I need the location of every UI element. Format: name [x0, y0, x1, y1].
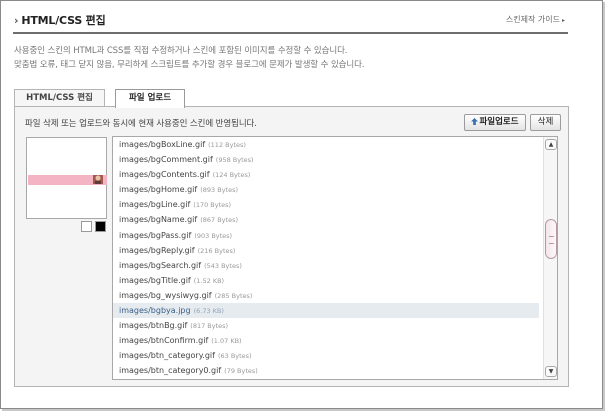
file-upload-panel: 파일 삭제 또는 업로드와 동시에 현재 사용중인 스킨에 반영됩니다. 파일업… — [14, 106, 569, 387]
file-name: images/bgName.gif — [119, 215, 198, 225]
page-title: › HTML/CSS 편집 — [14, 12, 106, 28]
skin-guide-link[interactable]: 스킨제작 가이드 ▸ — [506, 14, 565, 25]
header-divider — [13, 32, 568, 34]
file-size: (170 Bytes) — [193, 201, 232, 210]
preview-decoration-icon — [93, 175, 103, 184]
file-size: (1.07 KB) — [211, 337, 242, 346]
file-list-item[interactable]: images/bgName.gif (867 Bytes) — [113, 212, 557, 227]
file-size: (543 Bytes) — [204, 261, 242, 270]
file-list-item[interactable]: images/bgPass.gif (903 Bytes) — [113, 228, 557, 243]
editor-frame: › HTML/CSS 편집 스킨제작 가이드 ▸ 사용중인 스킨의 HTML과 CS… — [0, 0, 603, 409]
title-arrow-icon: › — [14, 14, 19, 27]
scroll-thumb[interactable] — [545, 219, 557, 259]
file-size: (124 Bytes) — [212, 171, 251, 180]
scroll-up-button[interactable]: ▲ — [545, 139, 557, 150]
file-list-item[interactable]: images/bgComment.gif (958 Bytes) — [113, 152, 557, 167]
file-size: (893 Bytes) — [200, 186, 239, 195]
upload-icon — [471, 118, 479, 125]
file-name: images/bgSearch.gif — [119, 260, 202, 270]
file-list-item[interactable]: images/bg_wysiwyg.gif (285 Bytes) — [113, 288, 557, 303]
file-name: images/bgTitle.gif — [119, 275, 191, 285]
file-size: (63 Bytes) — [217, 352, 252, 361]
tab-file-upload[interactable]: 파일 업로드 — [115, 89, 185, 108]
black-background-swatch[interactable] — [95, 221, 106, 232]
file-rows: images/bgBoxLine.gif (112 Bytes) images/bg… — [113, 137, 557, 379]
file-upload-button[interactable]: 파일업로드 — [464, 114, 526, 131]
file-name: images/bgContents.gif — [119, 170, 210, 180]
file-list-item[interactable]: images/btnConfirm.gif (1.07 KB) — [113, 333, 557, 348]
file-size: (867 Bytes) — [200, 216, 238, 225]
delete-button[interactable]: 삭제 — [530, 114, 561, 131]
file-list-item[interactable]: images/btn_category0.gif (79 Bytes) — [113, 363, 557, 378]
file-list-item[interactable]: images/bgSearch.gif (543 Bytes) — [113, 258, 557, 273]
file-name: images/bgbya.jpg — [119, 306, 191, 316]
file-size: (112 Bytes) — [208, 141, 246, 149]
file-list-item[interactable]: images/btn_category.gif (63 Bytes) — [113, 348, 557, 363]
file-name: images/bgBoxLine.gif — [119, 140, 206, 149]
file-list: images/bgBoxLine.gif (112 Bytes) images/bg… — [112, 136, 558, 380]
file-list-item[interactable]: images/bgReply.gif (216 Bytes) — [113, 243, 557, 258]
file-size: (79 Bytes) — [224, 367, 258, 376]
file-name: images/bgReply.gif — [119, 245, 195, 255]
file-upload-label: 파일업로드 — [479, 117, 519, 127]
file-list-item[interactable]: images/bgbya.jpg (6.73 KB) — [113, 303, 539, 319]
file-name: images/btn_category.gif — [119, 351, 215, 361]
file-name: images/bgPass.gif — [119, 230, 192, 240]
file-size: (958 Bytes) — [215, 156, 254, 165]
description-line: 사용중인 스킨의 HTML과 CSS를 직접 수정하거나 스킨에 포함된 이미지… — [14, 46, 348, 56]
page-title-text: HTML/CSS 편집 — [21, 14, 106, 27]
file-list-item[interactable]: images/bgTitle.gif (1.52 KB) — [113, 273, 557, 288]
file-name: images/bg_wysiwyg.gif — [119, 290, 212, 300]
file-size: (1.52 KB) — [193, 276, 225, 285]
file-name: images/bgHome.gif — [119, 185, 198, 195]
file-name: images/btnBg.gif — [119, 321, 188, 331]
file-list-item[interactable]: images/bgLine.gif (170 Bytes) — [113, 197, 557, 212]
file-name: images/bgComment.gif — [119, 155, 213, 165]
file-size: (285 Bytes) — [214, 291, 253, 300]
file-size: (817 Bytes) — [190, 322, 229, 331]
panel-info-text: 파일 삭제 또는 업로드와 동시에 현재 사용중인 스킨에 반영됩니다. — [25, 119, 257, 129]
file-size: (903 Bytes) — [194, 231, 233, 240]
file-list-item[interactable]: images/bgContents.gif (124 Bytes) — [113, 167, 557, 182]
file-name: images/btn_category0.gif — [119, 366, 222, 376]
tab-html-css-edit[interactable]: HTML/CSS 편집 — [14, 89, 105, 107]
file-list-item[interactable]: images/bgBoxLine.gif (112 Bytes) — [113, 137, 557, 152]
file-size: (6.73 KB) — [193, 307, 224, 316]
file-list-item[interactable]: images/bgHome.gif (893 Bytes) — [113, 182, 557, 197]
file-name: images/bgLine.gif — [119, 200, 191, 210]
skin-guide-label: 스킨제작 가이드 — [505, 15, 560, 24]
guide-arrow-icon: ▸ — [561, 17, 565, 24]
file-name: images/btnConfirm.gif — [119, 336, 209, 346]
file-list-item[interactable]: images/btnBg.gif (817 Bytes) — [113, 318, 557, 333]
file-list-scrollbar[interactable]: ▲ ▼ — [543, 137, 557, 379]
description: 사용중인 스킨의 HTML과 CSS를 직접 수정하거나 스킨에 포함된 이미지… — [14, 44, 365, 72]
file-size: (216 Bytes) — [197, 246, 236, 255]
description-line: 맞춤법 오류, 태그 닫지 않음, 무리하게 스크립트를 추가할 경우 블로그에… — [14, 60, 365, 70]
image-preview — [26, 137, 107, 219]
scroll-down-button[interactable]: ▼ — [545, 366, 557, 377]
white-background-swatch[interactable] — [81, 221, 92, 232]
